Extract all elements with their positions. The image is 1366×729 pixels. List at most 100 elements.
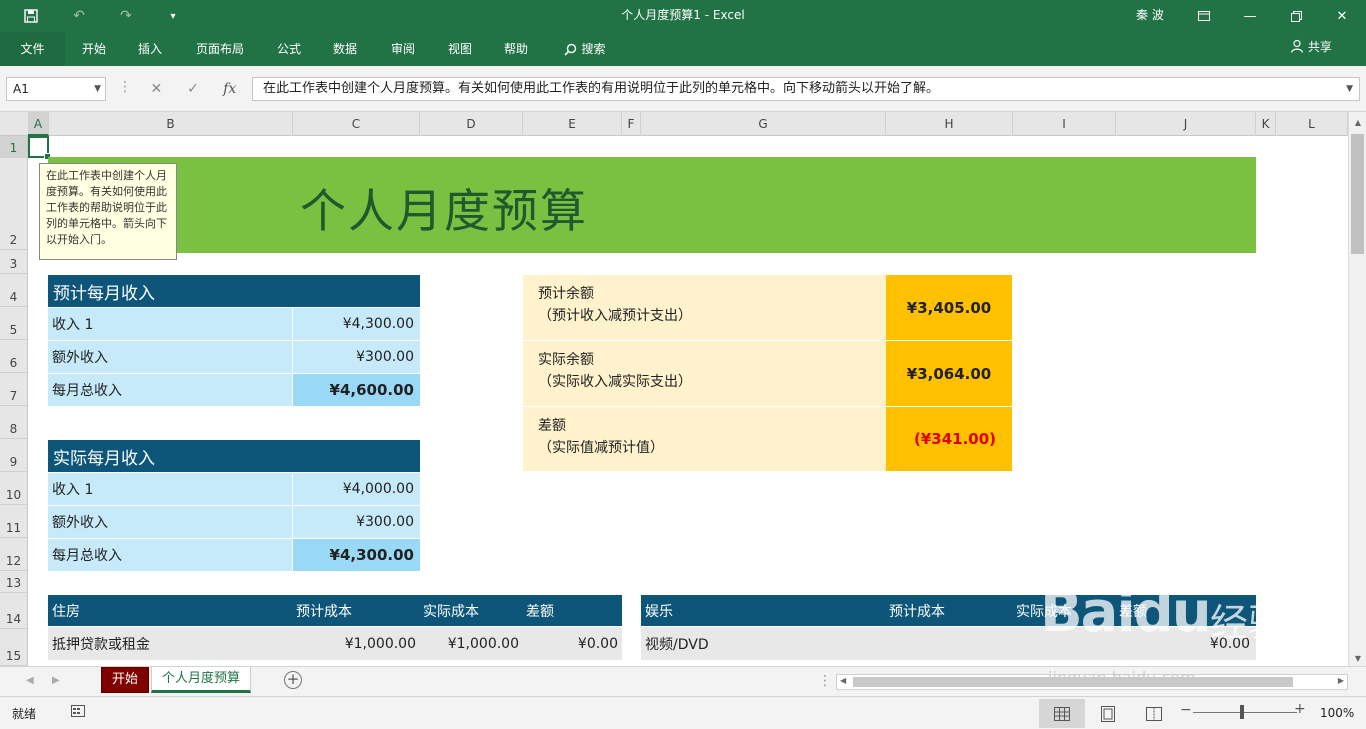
zoom-slider[interactable]	[1193, 712, 1297, 713]
ribbon-display-icon[interactable]	[1181, 0, 1227, 32]
row-header-1[interactable]: 1	[0, 136, 28, 158]
column-header-g[interactable]: G	[641, 112, 886, 136]
column-header-e[interactable]: E	[523, 112, 622, 136]
scroll-left-icon[interactable]: ◀	[840, 676, 846, 685]
actual-income-total-label[interactable]: 每月总收入	[48, 539, 292, 572]
column-header-d[interactable]: D	[420, 112, 523, 136]
row-header-6[interactable]: 6	[0, 340, 28, 373]
housing-item-projected[interactable]: ¥1,000.00	[345, 636, 416, 652]
tab-insert[interactable]: 插入	[128, 32, 172, 66]
tab-review[interactable]: 审阅	[381, 32, 425, 66]
share-button[interactable]: 共享	[1290, 32, 1332, 62]
sheet-tab-budget[interactable]: 个人月度预算	[151, 667, 251, 693]
normal-view-icon[interactable]	[1039, 699, 1085, 728]
column-header-l[interactable]: L	[1276, 112, 1348, 136]
enter-icon[interactable]: ✓	[175, 81, 212, 97]
housing-header-difference[interactable]: 差额	[526, 601, 554, 621]
expand-formula-icon[interactable]: ▼	[1346, 78, 1353, 100]
column-header-f[interactable]: F	[622, 112, 641, 136]
actual-balance-value[interactable]: ¥3,064.00	[886, 341, 1012, 407]
projected-income-total-label[interactable]: 每月总收入	[48, 374, 292, 407]
prev-sheet-icon[interactable]: ◀	[26, 675, 34, 686]
actual-balance-label[interactable]: 实际余额 （实际收入减实际支出）	[523, 341, 886, 407]
row-header-8[interactable]: 8	[0, 406, 28, 439]
actual-income-value-2[interactable]: ¥300.00	[293, 506, 420, 539]
row-header-2[interactable]: 2	[0, 158, 28, 250]
actual-income-label-2[interactable]: 额外收入	[48, 506, 292, 539]
entertainment-item-difference[interactable]: ¥0.00	[1210, 636, 1250, 652]
projected-income-label-2[interactable]: 额外收入	[48, 341, 292, 374]
entertainment-header-title[interactable]: 娱乐	[645, 601, 673, 621]
scroll-right-icon[interactable]: ▶	[1338, 676, 1344, 685]
row-header-14[interactable]: 14	[0, 593, 28, 629]
tab-page-layout[interactable]: 页面布局	[188, 32, 252, 66]
tab-help[interactable]: 帮助	[494, 32, 538, 66]
column-header-k[interactable]: K	[1256, 112, 1276, 136]
entertainment-header-difference[interactable]: 差额	[1119, 601, 1147, 621]
chevron-down-icon[interactable]: ▼	[94, 78, 101, 100]
worksheet-grid[interactable]: 个人月度预算 在此工作表中创建个人月度预算。有关如何使用此工作表的帮助说明位于此…	[28, 136, 1348, 666]
tab-file[interactable]: 文件	[0, 32, 65, 66]
formula-input[interactable]: 在此工作表中创建个人月度预算。有关如何使用此工作表的有用说明位于此列的单元格中。…	[252, 77, 1360, 101]
projected-income-value-2[interactable]: ¥300.00	[293, 341, 420, 374]
scroll-down-icon[interactable]: ▼	[1349, 654, 1366, 666]
active-cell-a1[interactable]	[28, 136, 51, 160]
page-break-view-icon[interactable]	[1131, 699, 1177, 728]
entertainment-header-actual[interactable]: 实际成本	[1016, 601, 1072, 621]
difference-value[interactable]: (¥341.00)	[886, 407, 1012, 472]
difference-label[interactable]: 差额 （实际值减预计值）	[523, 407, 886, 472]
housing-header-title[interactable]: 住房	[52, 601, 80, 621]
user-name[interactable]: 秦 波	[1136, 0, 1164, 30]
horizontal-scrollbar[interactable]: ◀ ▶	[836, 674, 1348, 690]
next-sheet-icon[interactable]: ▶	[52, 675, 60, 686]
column-header-i[interactable]: I	[1013, 112, 1116, 136]
restore-icon[interactable]	[1273, 0, 1319, 32]
entertainment-header-projected[interactable]: 预计成本	[889, 601, 945, 621]
horizontal-scroll-thumb[interactable]	[853, 677, 1293, 687]
housing-header-projected[interactable]: 预计成本	[296, 601, 352, 621]
tab-home[interactable]: 开始	[72, 32, 116, 66]
search-box[interactable]: 搜索	[557, 32, 613, 66]
row-header-15[interactable]: 15	[0, 629, 28, 666]
column-header-a[interactable]: A	[28, 112, 49, 136]
row-header-10[interactable]: 10	[0, 472, 28, 505]
housing-item-difference[interactable]: ¥0.00	[578, 636, 618, 652]
column-header-h[interactable]: H	[886, 112, 1013, 136]
zoom-in-icon[interactable]: +	[1294, 701, 1306, 717]
column-header-c[interactable]: C	[293, 112, 420, 136]
housing-item-label[interactable]: 抵押贷款或租金	[52, 634, 150, 654]
projected-income-header[interactable]: 预计每月收入	[48, 275, 420, 307]
title-banner[interactable]: 个人月度预算	[48, 157, 1256, 253]
actual-income-value-1[interactable]: ¥4,000.00	[293, 473, 420, 506]
page-layout-view-icon[interactable]	[1085, 699, 1131, 728]
row-header-11[interactable]: 11	[0, 505, 28, 538]
tab-data[interactable]: 数据	[323, 32, 367, 66]
entertainment-item-label[interactable]: 视频/DVD	[645, 634, 709, 654]
actual-income-total-value[interactable]: ¥4,300.00	[293, 539, 420, 572]
tab-view[interactable]: 视图	[438, 32, 482, 66]
sheet-tab-start[interactable]: 开始	[101, 667, 149, 693]
row-header-4[interactable]: 4	[0, 274, 28, 307]
row-header-5[interactable]: 5	[0, 307, 28, 340]
housing-header-actual[interactable]: 实际成本	[423, 601, 479, 621]
row-header-3[interactable]: 3	[0, 250, 28, 274]
scroll-up-icon[interactable]: ▲	[1349, 118, 1366, 130]
row-header-9[interactable]: 9	[0, 439, 28, 472]
projected-income-total-value[interactable]: ¥4,600.00	[293, 374, 420, 407]
zoom-level[interactable]: 100%	[1320, 706, 1354, 720]
vertical-scroll-thumb[interactable]	[1351, 134, 1364, 254]
vertical-scrollbar[interactable]: ▲ ▼	[1348, 112, 1366, 668]
zoom-out-icon[interactable]: −	[1180, 702, 1192, 718]
close-icon[interactable]: ✕	[1319, 0, 1365, 32]
housing-item-actual[interactable]: ¥1,000.00	[448, 636, 519, 652]
actual-income-header[interactable]: 实际每月收入	[48, 440, 420, 472]
insert-function-icon[interactable]: fx	[211, 81, 248, 97]
name-box[interactable]: A1 ▼	[6, 77, 106, 101]
cancel-icon[interactable]: ✕	[138, 81, 175, 97]
zoom-slider-thumb[interactable]	[1240, 705, 1244, 719]
actual-income-label-1[interactable]: 收入 1	[48, 473, 292, 506]
column-header-b[interactable]: B	[49, 112, 293, 136]
projected-balance-value[interactable]: ¥3,405.00	[886, 275, 1012, 341]
column-header-j[interactable]: J	[1116, 112, 1256, 136]
row-header-12[interactable]: 12	[0, 538, 28, 571]
